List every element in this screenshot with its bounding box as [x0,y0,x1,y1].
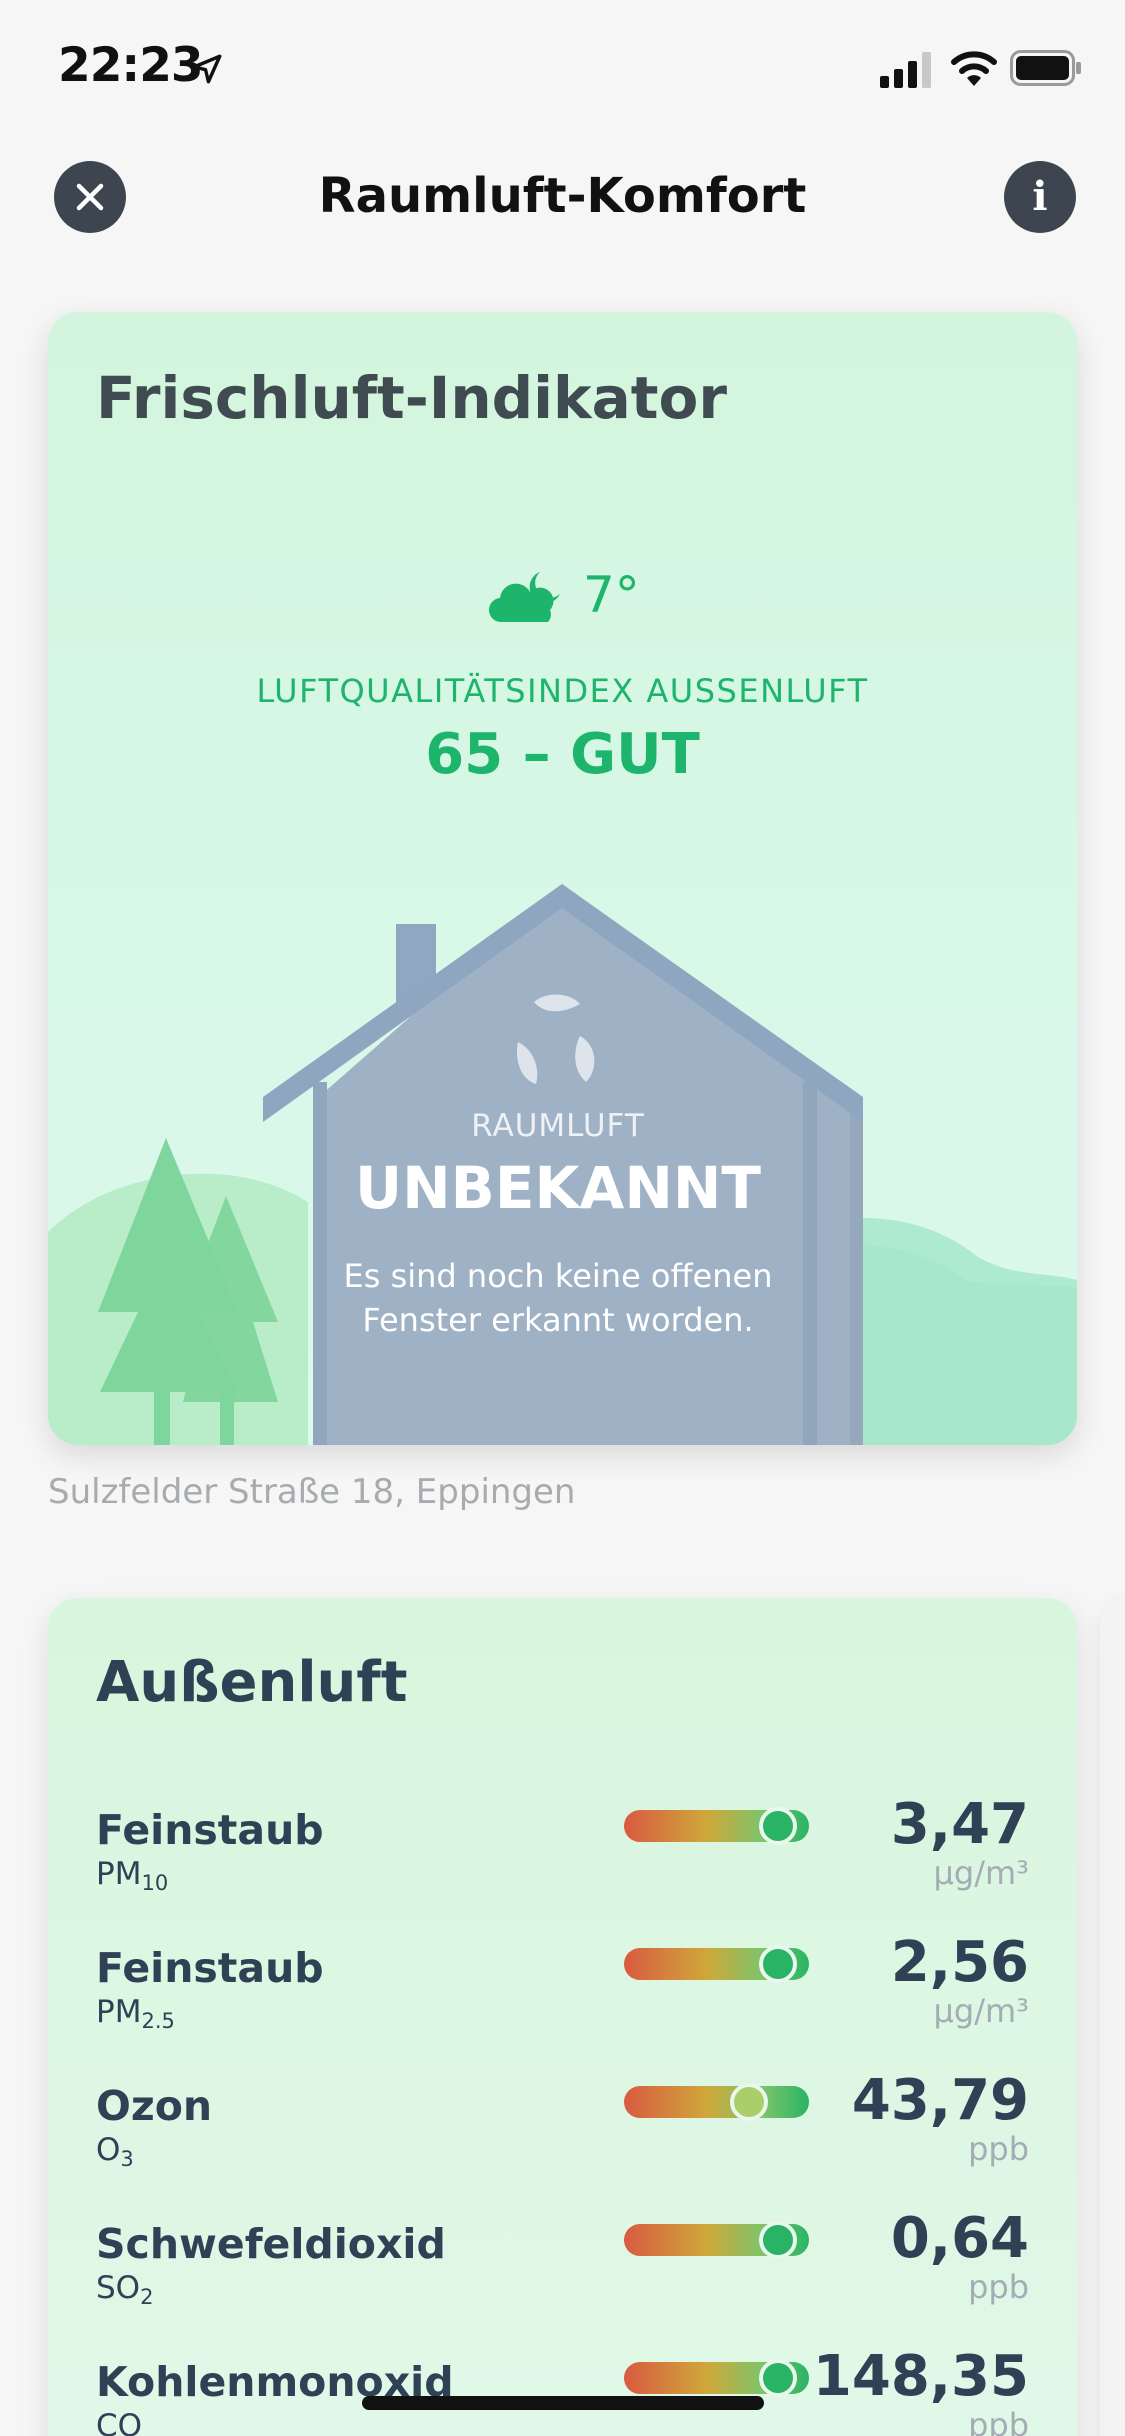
pollutant-name: Feinstaub [96,1944,324,1992]
card-title: Außenluft [96,1650,408,1715]
status-time: 22:23 [58,38,204,93]
quality-indicator [759,2221,797,2259]
pollutant-formula: PM10 [96,1856,169,1895]
pollutant-unit: ppb [968,2268,1029,2306]
pollutant-unit: µg/m³ [933,1854,1029,1892]
pollutant-value: 148,35 [812,2344,1029,2409]
quality-bar [624,2221,809,2259]
location-address: Sulzfelder Straße 18, Eppingen [48,1472,576,1512]
indoor-air-label: RAUMLUFT [471,1108,645,1144]
aqi-label: LUFTQUALITÄTSINDEX AUSSENLUFT [256,672,869,710]
pollutant-value: 3,47 [890,1792,1029,1857]
pollutant-name: Ozon [96,2082,213,2130]
pollutant-value: 0,64 [890,2206,1029,2271]
cellular-signal-icon [880,52,931,88]
card-title: Frischluft-Indikator [96,364,727,432]
pollutant-row: Ozon O3 43,79 ppb [48,2068,1077,2220]
aqi-value: 65 – GUT [425,722,700,787]
wifi-icon [951,51,997,86]
quality-indicator [730,2083,768,2121]
pollutant-value: 43,79 [851,2068,1029,2133]
pollutant-formula: SO2 [96,2270,154,2309]
quality-bar [624,1945,809,1983]
pollutant-row: Schwefeldioxid SO2 0,64 ppb [48,2206,1077,2358]
pollutant-name: Schwefeldioxid [96,2220,446,2268]
quality-bar [624,2359,809,2397]
info-button[interactable]: i [1004,161,1076,233]
location-arrow-icon [192,54,222,84]
indoor-air-panel: RAUMLUFT UNBEKANNT Es sind noch keine of… [313,992,803,1445]
temperature: 7° [583,566,640,624]
pollutant-formula: CO [96,2408,143,2436]
home-indicator[interactable] [362,2396,764,2410]
pollutant-row: Feinstaub PM2.5 2,56 µg/m³ [48,1930,1077,2082]
outdoor-air-card[interactable]: Außenluft Feinstaub PM10 3,47 µg/m³ Fein… [48,1598,1077,2436]
quality-bar [624,2083,809,2121]
battery-icon [1010,50,1081,86]
quality-indicator [759,2359,797,2397]
pollutant-name: Feinstaub [96,1806,324,1854]
indoor-air-message: Es sind noch keine offenen Fenster erkan… [343,1257,773,1339]
quality-indicator [759,1945,797,1983]
page-title: Raumluft-Komfort [318,168,807,224]
status-bar: 22:23 [0,0,1125,135]
leaf-icon [516,994,595,1084]
next-card-peek[interactable] [1100,1598,1125,2436]
indoor-air-status: UNBEKANNT [355,1154,761,1222]
fresh-air-card[interactable]: Frischluft-Indikator 7° LUFTQUALITÄTSIND… [48,312,1077,1445]
pollutant-unit: ppb [968,2130,1029,2168]
weather-row: 7° [48,562,1077,632]
pollutant-unit: µg/m³ [933,1992,1029,2030]
quality-indicator [759,1807,797,1845]
pollutant-formula: PM2.5 [96,1994,175,2033]
quality-bar [624,1807,809,1845]
pollutant-row: Feinstaub PM10 3,47 µg/m³ [48,1792,1077,1944]
pollutant-formula: O3 [96,2132,134,2171]
cloud-moon-icon [488,572,560,623]
pollutant-value: 2,56 [890,1930,1029,1995]
pollutant-unit: ppb [968,2406,1029,2436]
